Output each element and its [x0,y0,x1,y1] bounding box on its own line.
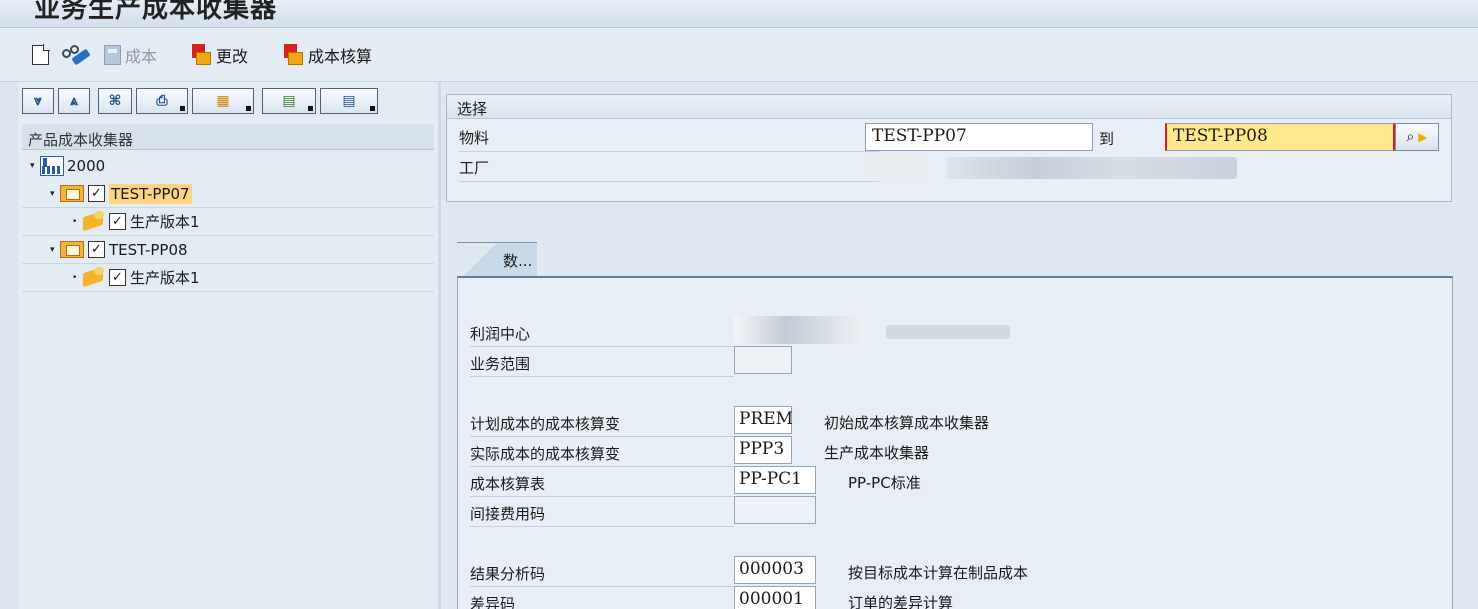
tab-data[interactable]: 数... [457,242,537,278]
profit-center-label: 利润中心 [470,318,734,347]
arrow-right-icon: ▶ [1418,130,1428,144]
layout-button[interactable]: ▦ [192,88,254,114]
calculator-icon [104,45,121,65]
variance-key-desc: 订单的差异计算 [848,594,954,609]
selection-header: 选择 [447,95,1451,119]
export-icon: ▤ [282,93,296,109]
checkbox[interactable]: ✓ [109,213,126,230]
cost-button[interactable]: 成本 [104,42,157,68]
actual-variant-desc: 生产成本收集器 [824,444,930,462]
display-change-icon [62,45,92,66]
redacted-plant-desc [947,157,1237,179]
costing-sheet-desc: PP-PC标准 [848,474,921,492]
expand-icon[interactable]: ▾ [50,245,60,255]
plant-label: 工厂 [459,153,879,182]
tree-node-collector[interactable]: ▾ ✓ TEST-PP07 [22,180,434,208]
new-document-icon [32,44,50,65]
export-button[interactable]: ▤ [262,88,316,114]
business-area-label: 业务范围 [470,348,734,377]
tree-pane: ⩔ ⩓ ⌘ ⎙ ▦ ▤ ▤ 产品成本收集器 ▾ 2000 ▾ ✓ TEST-PP… [0,82,438,609]
binoculars-icon: ⌘ [108,93,122,109]
tree: ▾ 2000 ▾ ✓ TEST-PP07 • ✓ 生产版本1 ▾ ✓ TEST-… [22,152,434,292]
planned-variant-field[interactable]: PREM [734,406,793,434]
actual-variant-label: 实际成本的成本核算变 [470,438,734,467]
checkbox[interactable]: ✓ [88,241,105,258]
find-button[interactable]: ⌘ [98,88,132,114]
grid-icon: ▦ [216,93,230,109]
tree-node-version[interactable]: • ✓ 生产版本1 [22,208,434,236]
view-icon: ▤ [342,93,356,109]
redacted-profit-center-desc [886,325,1010,339]
costing-button[interactable]: 成本核算 [284,42,372,68]
window-title: 业务生产成本收集器 [34,0,278,24]
tree-node-version[interactable]: • ✓ 生产版本1 [22,264,434,292]
expand-all-button[interactable]: ⩔ [22,88,54,114]
redacted-plant-field [867,155,927,181]
change-icon [192,44,212,66]
application-toolbar: 成本 更改 成本核算 [0,28,1478,82]
collapse-all-icon: ⩓ [70,93,78,109]
material-from-input[interactable]: TEST-PP07 [865,123,1093,151]
actual-variant-field[interactable]: PPP3 [734,436,792,464]
overhead-key-field[interactable] [734,496,816,524]
cost-collector-icon [60,185,84,202]
detail-pane: 选择 物料 工厂 TEST-PP07 到 TEST-PP08 ⌕ ▶ 数... … [438,82,1478,609]
production-version-icon [82,266,106,289]
ra-key-desc: 按目标成本计算在制品成本 [848,564,1029,582]
variance-key-label: 差异码 [470,588,734,609]
selection-box: 选择 物料 工厂 TEST-PP07 到 TEST-PP08 ⌕ ▶ [446,94,1452,202]
expand-icon[interactable]: ▾ [30,161,40,171]
business-area-field[interactable] [734,346,792,374]
title-bar: 业务生产成本收集器 [0,0,1478,28]
tree-node-collector[interactable]: ▾ ✓ TEST-PP08 [22,236,434,264]
costing-sheet-label: 成本核算表 [470,468,734,497]
tree-node-label: 2000 [67,157,106,175]
tab-content: 利润中心 业务范围 计划成本的成本核算变 PREM 初始成本核算成本收集器 实际… [457,276,1453,609]
production-version-icon [82,210,106,233]
leaf-dot-icon: • [72,216,78,227]
planned-variant-label: 计划成本的成本核算变 [470,408,734,437]
planned-variant-desc: 初始成本核算成本收集器 [824,414,990,432]
multiple-selection-button[interactable]: ⌕ ▶ [1395,123,1439,151]
print-button[interactable]: ⎙ [136,88,188,114]
change-button-label: 更改 [216,47,249,66]
costing-icon [284,44,304,66]
ra-key-label: 结果分析码 [470,558,734,587]
checkbox[interactable]: ✓ [109,269,126,286]
tree-node-plant[interactable]: ▾ 2000 [22,152,434,180]
cost-collector-icon [60,241,84,258]
printer-icon: ⎙ [156,93,168,109]
leaf-dot-icon: • [72,272,78,283]
cost-button-label: 成本 [125,47,158,66]
tree-node-label: TEST-PP07 [109,183,192,204]
change-button[interactable]: 更改 [192,42,248,68]
expand-all-icon: ⩔ [34,93,42,109]
material-to-input[interactable]: TEST-PP08 [1165,123,1395,151]
tab-area: 数... 利润中心 业务范围 计划成本的成本核算变 PREM 初始成本核算成本收… [457,242,1453,609]
tab-data-label: 数... [503,252,533,270]
tree-node-label: 生产版本1 [130,269,200,287]
overhead-key-label: 间接费用码 [470,498,734,527]
view-button[interactable]: ▤ [320,88,378,114]
costing-button-label: 成本核算 [308,47,373,66]
tree-node-label: TEST-PP08 [109,240,188,259]
redacted-profit-center [734,316,864,344]
collapse-all-button[interactable]: ⩓ [58,88,90,114]
tree-header: 产品成本收集器 [22,124,434,150]
costing-sheet-field[interactable]: PP-PC1 [734,466,816,494]
expand-icon[interactable]: ▾ [50,189,60,199]
checkbox[interactable]: ✓ [88,185,105,202]
create-button[interactable] [32,42,50,68]
variance-key-field[interactable]: 000001 [734,586,816,609]
tree-node-label: 生产版本1 [130,213,200,231]
plant-icon [40,156,64,176]
search-icon: ⌕ [1406,129,1415,145]
display-change-button[interactable] [62,42,92,68]
tree-toolbar: ⩔ ⩓ ⌘ ⎙ ▦ ▤ ▤ [22,88,378,116]
to-label: 到 [1099,130,1115,148]
material-label: 物料 [459,123,879,152]
ra-key-field[interactable]: 000003 [734,556,816,584]
